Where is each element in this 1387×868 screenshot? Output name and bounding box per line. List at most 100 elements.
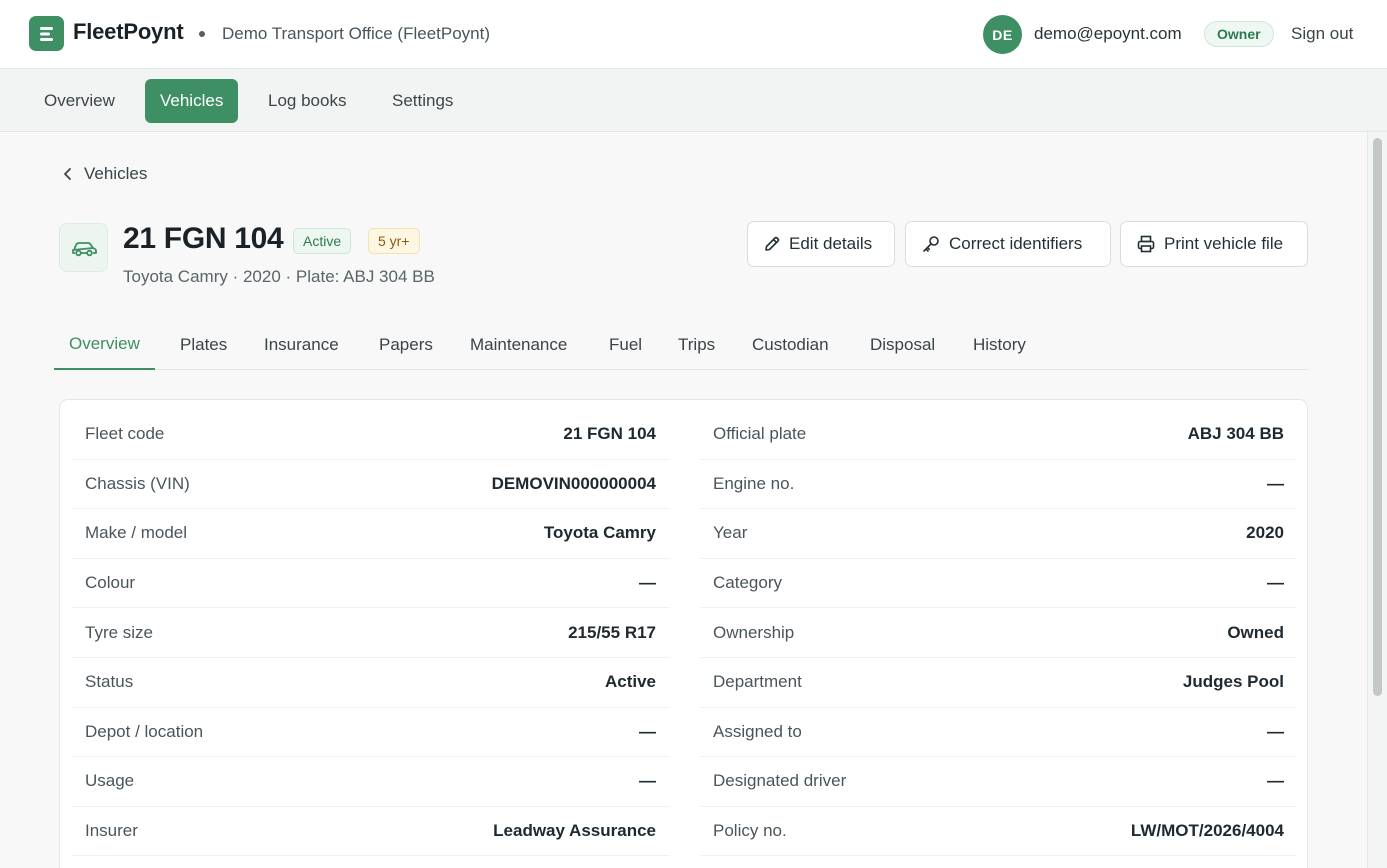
details-right-column: Official plate ABJ 304 BB Engine no. — Yea… bbox=[700, 410, 1297, 857]
detail-label: Status bbox=[85, 672, 134, 692]
detail-label: Make / model bbox=[85, 523, 188, 543]
detail-row-engine-no: Engine no. — bbox=[700, 460, 1297, 510]
scrollbar-thumb[interactable] bbox=[1373, 138, 1382, 696]
key-icon bbox=[923, 236, 939, 252]
tab-maintenance[interactable]: Maintenance bbox=[455, 320, 582, 370]
correct-identifiers-button[interactable]: Correct identifiers bbox=[905, 221, 1111, 267]
edit-details-button[interactable]: Edit details bbox=[747, 221, 895, 267]
detail-label: Policy no. bbox=[713, 821, 787, 841]
detail-row-fleet-code: Fleet code 21 FGN 104 bbox=[72, 410, 669, 460]
car-icon bbox=[71, 241, 97, 256]
back-to-vehicles-link[interactable]: Vehicles bbox=[62, 164, 147, 184]
tab-fuel[interactable]: Fuel bbox=[594, 320, 657, 370]
detail-value: Leadway Assurance bbox=[493, 821, 656, 841]
detail-label: Department bbox=[713, 672, 802, 692]
tab-papers[interactable]: Papers bbox=[364, 320, 448, 370]
detail-row-policy-no: Policy no. LW/MOT/2026/4004 bbox=[700, 807, 1297, 857]
detail-row-colour: Colour — bbox=[72, 559, 669, 609]
detail-value: 215/55 R17 bbox=[568, 622, 656, 642]
detail-label: Colour bbox=[85, 573, 136, 593]
details-left-column: Fleet code 21 FGN 104 Chassis (VIN) DEMOVI… bbox=[72, 410, 669, 857]
detail-value: — bbox=[1267, 721, 1284, 741]
detail-value: LW/MOT/2026/4004 bbox=[1130, 821, 1284, 841]
detail-label: Ownership bbox=[713, 622, 795, 642]
vehicle-tabs: Overview Plates Insurance Papers Mainten… bbox=[54, 320, 1308, 370]
detail-row-department: Department Judges Pool bbox=[700, 658, 1297, 708]
detail-label: Category bbox=[713, 573, 782, 593]
detail-label: Year bbox=[713, 523, 748, 543]
detail-value: ABJ 304 BB bbox=[1187, 424, 1284, 444]
nav-log-books[interactable]: Log books bbox=[253, 79, 361, 123]
detail-label: Depot / location bbox=[85, 721, 204, 741]
detail-row-make-model: Make / model Toyota Camry bbox=[72, 509, 669, 559]
detail-label: Insurer bbox=[85, 821, 138, 841]
top-bar: FleetPoynt Demo Transport Office (FleetP… bbox=[0, 0, 1387, 69]
tab-disposal[interactable]: Disposal bbox=[855, 320, 950, 370]
nav-settings[interactable]: Settings bbox=[377, 79, 468, 123]
detail-label: Engine no. bbox=[713, 473, 795, 493]
detail-value: Toyota Camry bbox=[543, 523, 656, 543]
tab-history[interactable]: History bbox=[958, 320, 1041, 370]
printer-icon bbox=[1137, 235, 1155, 253]
detail-row-category: Category — bbox=[700, 559, 1297, 609]
detail-value: — bbox=[1267, 473, 1284, 493]
detail-value: — bbox=[639, 771, 656, 791]
status-badge: Active bbox=[293, 228, 352, 254]
detail-label: Assigned to bbox=[713, 721, 802, 741]
detail-value: 2020 bbox=[1246, 523, 1284, 543]
app-logo-icon[interactable] bbox=[29, 16, 64, 51]
detail-row-depot: Depot / location — bbox=[72, 708, 669, 758]
chevron-left-icon bbox=[64, 168, 71, 180]
nav-vehicles[interactable]: Vehicles bbox=[145, 79, 239, 123]
detail-value: DEMOVIN000000004 bbox=[491, 473, 656, 493]
detail-row-insurer: Insurer Leadway Assurance bbox=[72, 807, 669, 857]
detail-value: — bbox=[1267, 573, 1284, 593]
print-vehicle-file-label: Print vehicle file bbox=[1164, 234, 1284, 253]
detail-row-tyre-size: Tyre size 215/55 R17 bbox=[72, 608, 669, 658]
detail-label: Usage bbox=[85, 771, 135, 791]
separator-dot bbox=[199, 31, 205, 37]
vehicle-subtitle: Toyota Camry · 2020 · Plate: ABJ 304 BB bbox=[123, 267, 435, 286]
detail-label: Tyre size bbox=[85, 622, 154, 642]
detail-row-official-plate: Official plate ABJ 304 BB bbox=[700, 410, 1297, 460]
detail-row-usage: Usage — bbox=[72, 757, 669, 807]
detail-value: Active bbox=[604, 672, 656, 692]
vehicle-title: 21 FGN 104 bbox=[123, 222, 284, 255]
detail-row-status: Status Active bbox=[72, 658, 669, 708]
page-scrollbar[interactable] bbox=[1367, 132, 1387, 868]
detail-value: 21 FGN 104 bbox=[563, 424, 656, 444]
detail-value: Judges Pool bbox=[1182, 672, 1284, 692]
detail-row-ownership: Ownership Owned bbox=[700, 608, 1297, 658]
detail-value: Owned bbox=[1227, 622, 1284, 642]
detail-row-designated-driver: Designated driver — bbox=[700, 757, 1297, 807]
vehicle-icon-box bbox=[59, 223, 108, 272]
app-brand[interactable]: FleetPoynt bbox=[73, 19, 184, 45]
nav-overview[interactable]: Overview bbox=[29, 79, 130, 123]
detail-row-year: Year 2020 bbox=[700, 509, 1297, 559]
back-link-label: Vehicles bbox=[84, 164, 148, 183]
detail-label: Designated driver bbox=[713, 771, 847, 791]
role-badge: Owner bbox=[1204, 21, 1274, 47]
detail-label: Chassis (VIN) bbox=[85, 473, 190, 493]
organization-name: Demo Transport Office (FleetPoynt) bbox=[222, 24, 491, 43]
detail-row-chassis: Chassis (VIN) DEMOVIN000000004 bbox=[72, 460, 669, 510]
tab-overview[interactable]: Overview bbox=[54, 320, 155, 370]
user-avatar[interactable]: DE bbox=[983, 15, 1022, 54]
detail-row-assigned-to: Assigned to — bbox=[700, 708, 1297, 758]
pencil-icon bbox=[765, 236, 780, 251]
detail-label: Official plate bbox=[713, 424, 807, 444]
edit-details-label: Edit details bbox=[789, 234, 873, 253]
age-badge: 5 yr+ bbox=[368, 228, 420, 254]
tab-custodian[interactable]: Custodian bbox=[737, 320, 844, 370]
user-email: demo@epoynt.com bbox=[1034, 24, 1182, 43]
detail-value: — bbox=[1267, 771, 1284, 791]
vehicle-details-card: Fleet code 21 FGN 104 Chassis (VIN) DEMOVI… bbox=[59, 399, 1308, 868]
detail-value: — bbox=[639, 721, 656, 741]
correct-identifiers-label: Correct identifiers bbox=[949, 234, 1083, 253]
detail-value: — bbox=[639, 573, 656, 593]
sign-out-link[interactable]: Sign out bbox=[1291, 24, 1353, 44]
tab-plates[interactable]: Plates bbox=[165, 320, 242, 370]
print-vehicle-file-button[interactable]: Print vehicle file bbox=[1120, 221, 1308, 267]
tab-trips[interactable]: Trips bbox=[663, 320, 730, 370]
tab-insurance[interactable]: Insurance bbox=[249, 320, 354, 370]
